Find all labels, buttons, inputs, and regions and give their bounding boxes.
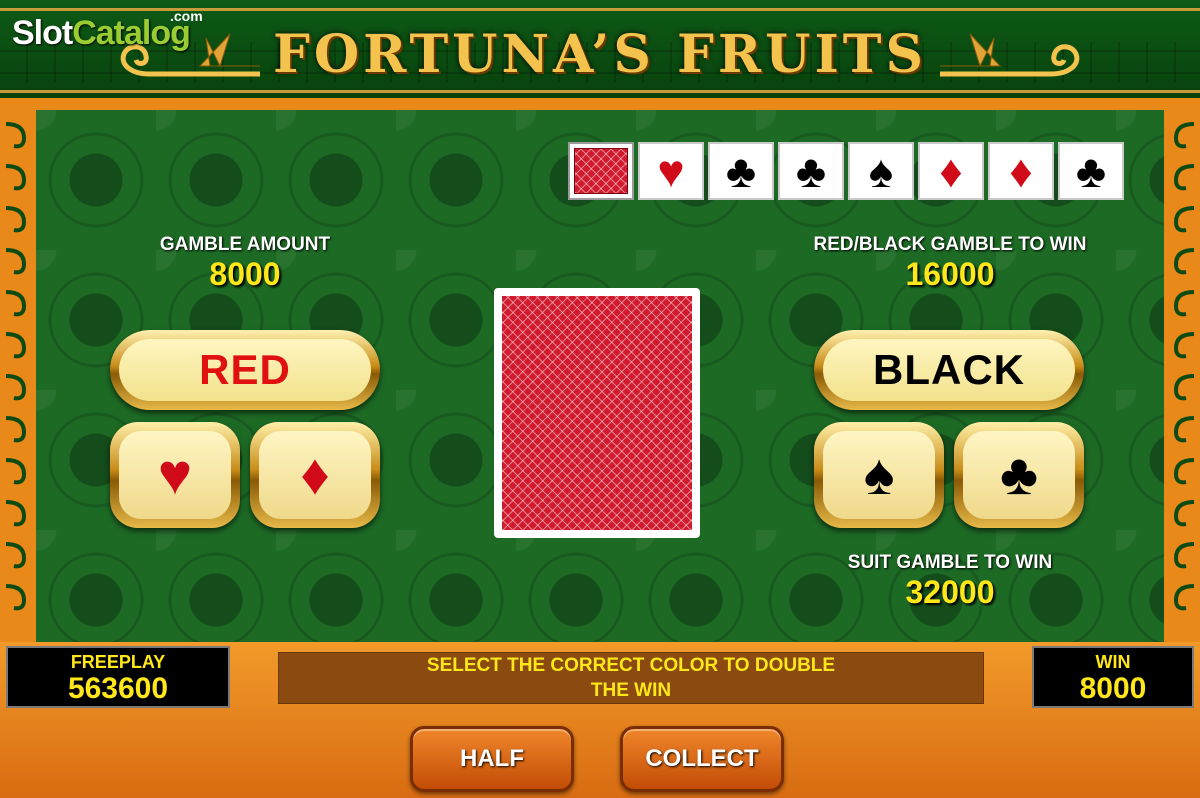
collect-button[interactable]: COLLECT: [620, 726, 784, 792]
gamble-amount-value: 8000: [209, 256, 281, 292]
history-card-diamond: ♦: [988, 142, 1054, 200]
black-button-label: BLACK: [823, 339, 1075, 401]
card-back-pattern: [502, 296, 692, 530]
history-card-club: ♣: [1058, 142, 1124, 200]
win-label: WIN: [1095, 652, 1131, 672]
message-line-1: SELECT THE CORRECT COLOR TO DOUBLE: [426, 655, 836, 676]
win-value: 8000: [1079, 672, 1147, 705]
slotcatalog-logo: SlotCatalog: [12, 14, 191, 53]
swirl-border-left: [5, 122, 27, 611]
freeplay-meter: FREEPLAY 563600: [6, 646, 230, 708]
gamble-amount-label: GAMBLE AMOUNT: [159, 234, 331, 255]
club-suit-button[interactable]: ♣: [954, 422, 1084, 528]
win-meter: WIN 8000: [1032, 646, 1194, 708]
club-icon: ♣: [963, 431, 1075, 519]
history-card-club: ♣: [778, 142, 844, 200]
diamond-icon: ♦: [259, 431, 371, 519]
heart-suit-button[interactable]: ♥: [110, 422, 240, 528]
history-card-diamond: ♦: [918, 142, 984, 200]
spade-icon: ♠: [823, 431, 935, 519]
diamond-suit-button[interactable]: ♦: [250, 422, 380, 528]
face-down-card: [494, 288, 700, 538]
game-header: FORTUNA’S FRUITS SlotCatalog .com: [0, 0, 1200, 104]
card-history: ♥ ♣ ♣ ♠ ♦ ♦ ♣: [568, 142, 1124, 200]
suit-gamble-label: SUIT GAMBLE TO WIN: [847, 552, 1053, 573]
freeplay-label: FREEPLAY: [70, 652, 166, 672]
color-gamble-label: RED/BLACK GAMBLE TO WIN: [813, 234, 1087, 255]
half-button[interactable]: HALF: [410, 726, 574, 792]
red-button[interactable]: RED: [110, 330, 380, 410]
black-button[interactable]: BLACK: [814, 330, 1084, 410]
logo-slot-text: Slot: [12, 14, 73, 52]
header-bottom-border: [0, 90, 1200, 93]
logo-com-text: .com: [170, 8, 203, 24]
heart-icon: ♥: [119, 431, 231, 519]
history-card-club: ♣: [708, 142, 774, 200]
suit-gamble-value: 32000: [905, 574, 995, 610]
color-gamble-value: 16000: [905, 256, 995, 292]
status-message: SELECT THE CORRECT COLOR TO DOUBLE THE W…: [278, 652, 984, 704]
message-line-2: THE WIN: [590, 680, 672, 701]
history-card-back: [568, 142, 634, 200]
card-back-pattern: [574, 148, 628, 194]
freeplay-value: 563600: [67, 672, 169, 705]
history-card-spade: ♠: [848, 142, 914, 200]
swirl-border-right: [1173, 122, 1195, 611]
history-card-heart: ♥: [638, 142, 704, 200]
spade-suit-button[interactable]: ♠: [814, 422, 944, 528]
red-button-label: RED: [119, 339, 371, 401]
